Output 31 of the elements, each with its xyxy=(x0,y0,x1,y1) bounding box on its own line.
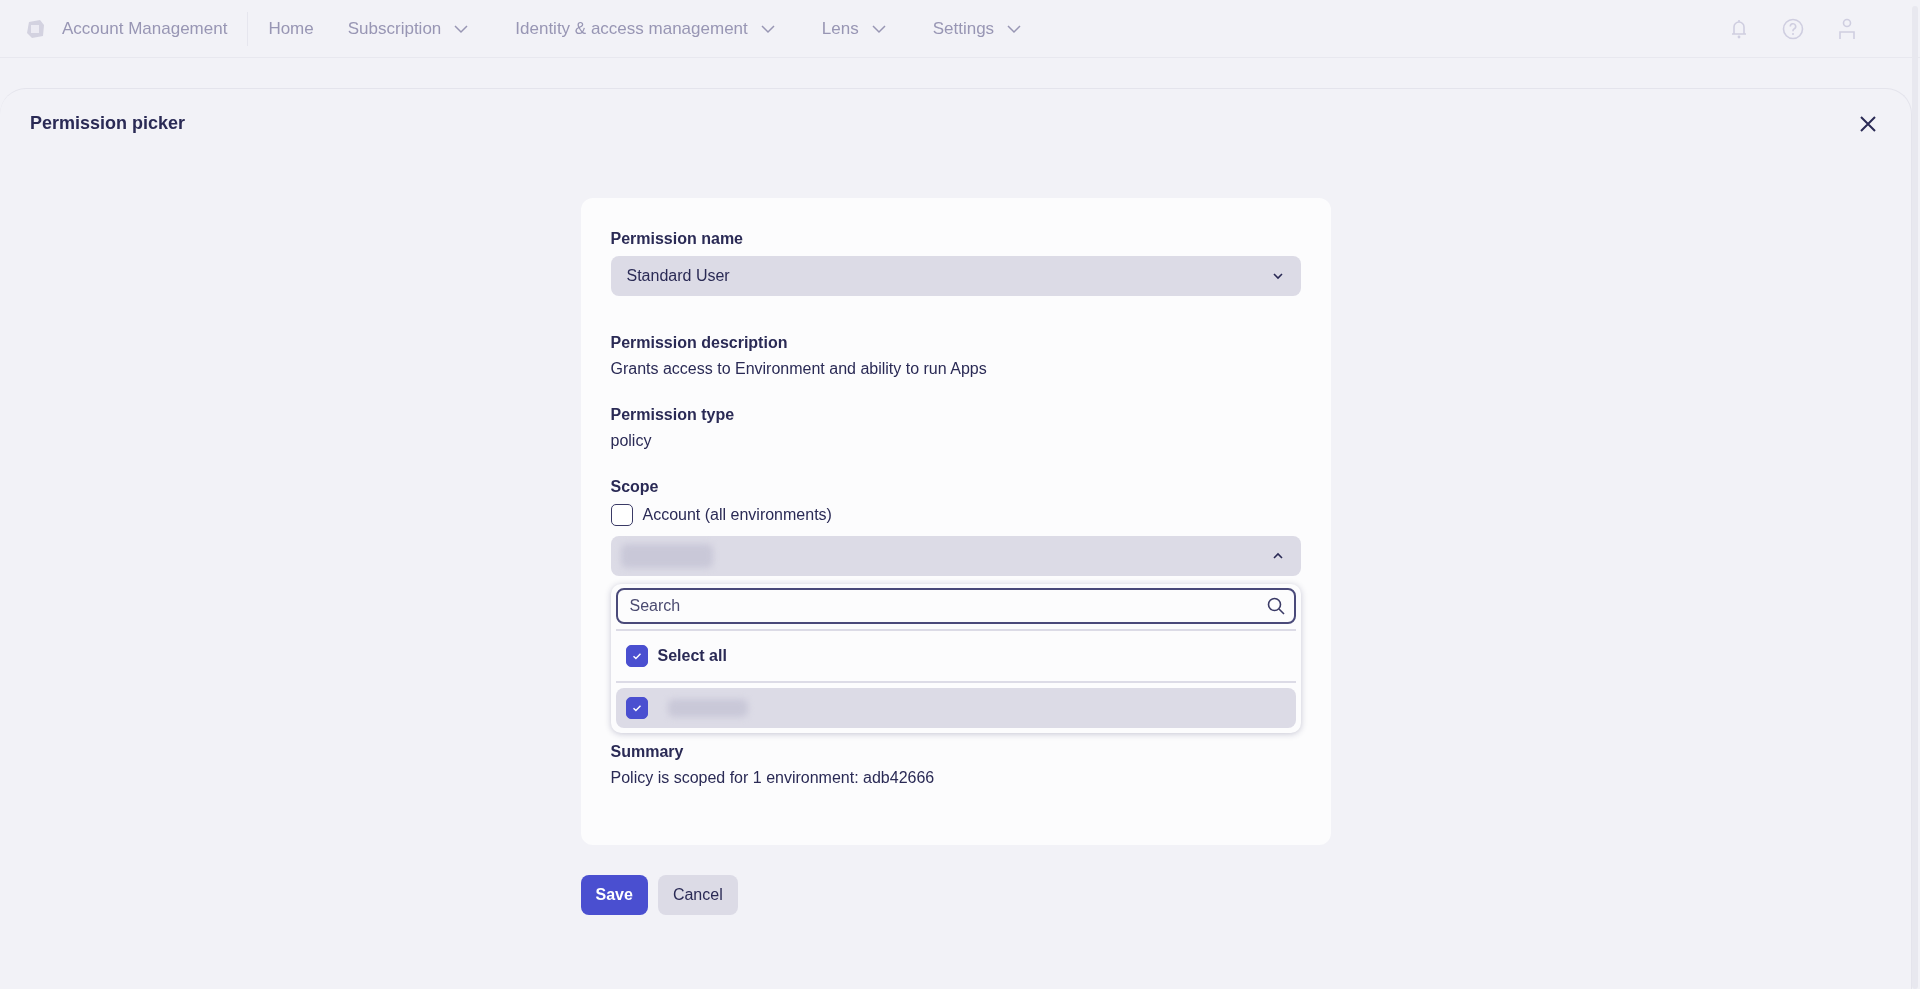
summary-text: Policy is scoped for 1 environment: adb42666 xyxy=(610,769,936,787)
environment-select[interactable] xyxy=(610,536,1301,576)
app-title: Account Management xyxy=(62,18,228,39)
user-icon[interactable] xyxy=(1838,17,1856,40)
logo-icon[interactable] xyxy=(24,17,46,40)
search-field[interactable]: Search xyxy=(615,588,1296,624)
close-button[interactable] xyxy=(1859,114,1877,133)
nav-menu-item[interactable]: Lens xyxy=(821,18,887,39)
nav-menu-item[interactable]: Identity & access management xyxy=(515,18,776,39)
field-label: Permission type xyxy=(610,406,736,424)
cancel-button[interactable]: Cancel xyxy=(657,875,738,915)
field-label: Permission description xyxy=(610,334,789,352)
nav-menu-item[interactable]: Home xyxy=(268,18,314,39)
description-text: Grants access to Environment and ability to run Apps xyxy=(610,360,988,378)
notification-bell-icon[interactable] xyxy=(1730,17,1748,40)
select-all-label: Select all xyxy=(657,647,727,665)
save-button[interactable]: Save xyxy=(580,875,648,915)
checkbox[interactable] xyxy=(625,697,648,719)
search-icon[interactable] xyxy=(1265,596,1286,616)
permission-name-select[interactable]: Standard User xyxy=(610,256,1301,296)
dialog-title: Permission picker xyxy=(30,113,186,134)
help-icon[interactable] xyxy=(1782,17,1804,40)
nav-menu-item[interactable]: Settings xyxy=(932,18,1023,39)
field-label: Permission name xyxy=(610,230,744,248)
permission-type-text: policy xyxy=(610,432,653,450)
checkbox-label: Account (all environments) xyxy=(642,506,832,524)
field-label: Scope xyxy=(610,478,660,496)
nav-menu-item[interactable]: Subscription xyxy=(347,18,470,39)
checkbox[interactable] xyxy=(610,504,633,526)
checkbox[interactable] xyxy=(625,645,648,667)
field-label: Summary xyxy=(610,743,685,761)
